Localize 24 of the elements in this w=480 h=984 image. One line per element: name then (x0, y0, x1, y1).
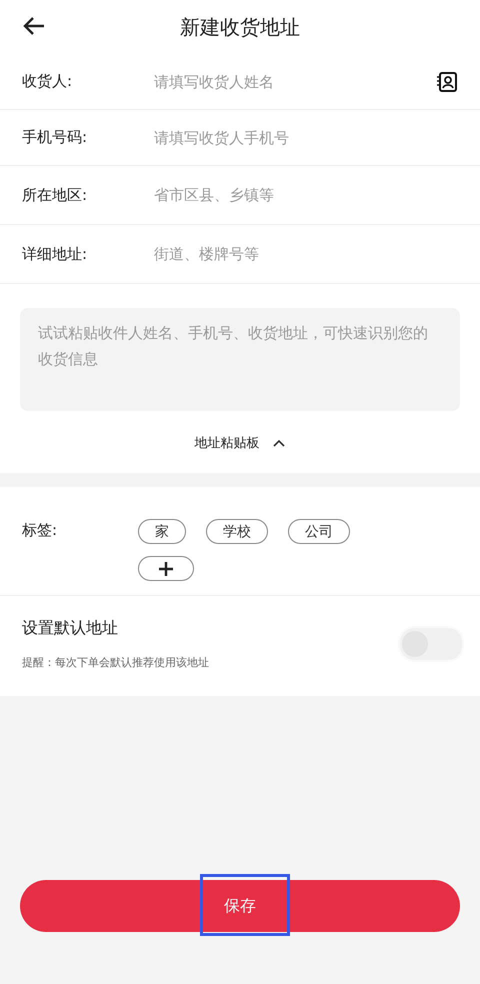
default-address-hint: 提醒：每次下单会默认推荐使用该地址 (22, 655, 209, 670)
tag-chip[interactable]: 学校 (206, 519, 268, 544)
tag-chip[interactable]: 家 (138, 519, 186, 544)
contact-book-icon[interactable] (436, 70, 458, 92)
back-icon[interactable] (22, 16, 46, 36)
save-button[interactable]: 保存 (20, 880, 460, 932)
default-address-title: 设置默认地址 (22, 618, 119, 639)
field-label: 详细地址: (22, 244, 88, 264)
plus-icon (158, 560, 174, 576)
input-field[interactable]: 请填写收货人手机号 (152, 128, 458, 148)
field-label: 手机号码: (22, 128, 88, 147)
clipboard-toggle[interactable]: 地址粘贴板 (188, 433, 292, 453)
add-tag-button[interactable] (138, 556, 194, 581)
field-label: 收货人: (22, 72, 74, 91)
chevron-icon (272, 438, 286, 448)
tag-chip[interactable]: 公司 (288, 519, 350, 544)
input-field[interactable]: 省市区县、乡镇等 (152, 185, 458, 205)
tags-label: 标签: (22, 520, 58, 541)
paste-area[interactable]: 试试粘贴收件人姓名、手机号、收货地址，可快速识别您的收货信息 (20, 308, 460, 411)
field-label: 所在地区: (22, 186, 88, 204)
page-title: 新建收货地址 (180, 14, 300, 40)
input-field[interactable]: 街道、楼牌号等 (152, 244, 458, 264)
input-field[interactable]: 请填写收货人姓名 (152, 72, 436, 92)
default-toggle[interactable] (398, 626, 464, 662)
